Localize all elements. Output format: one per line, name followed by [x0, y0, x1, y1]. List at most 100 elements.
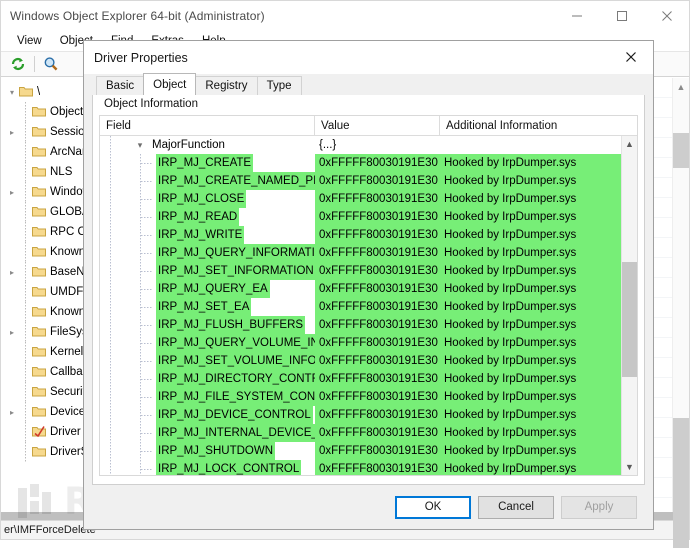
tree-indent-guide	[100, 154, 130, 172]
tab-basic[interactable]: Basic	[96, 76, 144, 95]
cell-value: 0xFFFFF80030191E30	[315, 244, 440, 262]
table-row[interactable]: IRP_MJ_QUERY_VOLUME_INF...0xFFFFF8003019…	[100, 334, 621, 352]
column-header-additional-information[interactable]: Additional Information	[440, 116, 637, 135]
table-row-parent[interactable]: ▾MajorFunction{...}	[100, 136, 621, 154]
tree-indent-guide	[19, 202, 32, 222]
tree-indent-guide	[19, 282, 32, 302]
field-label: IRP_MJ_CLOSE	[156, 190, 246, 208]
table-row[interactable]: IRP_MJ_SET_EA0xFFFFF80030191E30Hooked by…	[100, 298, 621, 316]
tree-indent-guide	[19, 162, 32, 182]
chevron-right-icon[interactable]: ▸	[5, 268, 19, 277]
tree-branch-guide	[130, 316, 156, 334]
folder-icon	[32, 165, 46, 180]
column-header-field[interactable]: Field	[100, 116, 315, 135]
close-icon[interactable]	[644, 1, 689, 31]
table-row[interactable]: IRP_MJ_CREATE0xFFFFF80030191E30Hooked by…	[100, 154, 621, 172]
field-label: IRP_MJ_WRITE	[156, 226, 244, 244]
cell-value: 0xFFFFF80030191E30	[315, 298, 440, 316]
cancel-button-label: Cancel	[498, 501, 534, 513]
table-row[interactable]: IRP_MJ_CLOSE0xFFFFF80030191E30Hooked by …	[100, 190, 621, 208]
tree-branch-guide	[130, 406, 156, 424]
folder-icon	[32, 305, 46, 320]
field-label: IRP_MJ_INTERNAL_DEVICE_C...	[156, 424, 315, 442]
tree-indent-guide	[19, 402, 32, 422]
ok-button[interactable]: OK	[395, 496, 471, 519]
cell-additional-information: Hooked by IrpDumper.sys	[440, 244, 621, 262]
scroll-down-icon[interactable]: ▼	[622, 459, 637, 475]
scrollbar-thumb[interactable]	[673, 418, 689, 548]
tree-indent-guide	[100, 424, 130, 442]
listview-rows[interactable]: ▾MajorFunction{...}IRP_MJ_CREATE0xFFFFF8…	[100, 136, 621, 475]
cell-additional-information: Hooked by IrpDumper.sys	[440, 316, 621, 334]
tree-indent-guide	[19, 442, 32, 462]
tree-branch-guide	[130, 190, 156, 208]
table-row[interactable]: IRP_MJ_SET_INFORMATION0xFFFFF80030191E30…	[100, 262, 621, 280]
window-title: Windows Object Explorer 64-bit (Administ…	[1, 9, 265, 23]
listview-header: Field Value Additional Information	[100, 116, 637, 136]
table-row[interactable]: IRP_MJ_CREATE_NAMED_PIPE0xFFFFF80030191E…	[100, 172, 621, 190]
folder-icon	[32, 185, 46, 200]
table-row[interactable]: IRP_MJ_READ0xFFFFF80030191E30Hooked by I…	[100, 208, 621, 226]
menu-item-view[interactable]: View	[8, 33, 51, 49]
chevron-down-icon[interactable]: ▾	[5, 88, 19, 97]
tree-indent-guide	[100, 442, 130, 460]
group-legend: Object Information	[101, 98, 201, 110]
tree-indent-guide	[100, 136, 130, 154]
tree-indent-guide	[100, 226, 130, 244]
cell-value: 0xFFFFF80030191E30	[315, 208, 440, 226]
scroll-up-icon[interactable]: ▲	[673, 78, 689, 95]
folder-icon	[32, 285, 46, 300]
cell-value: 0xFFFFF80030191E30	[315, 280, 440, 298]
dialog-content: Basic Object Registry Type Object Inform…	[84, 74, 653, 529]
cancel-button[interactable]: Cancel	[478, 496, 554, 519]
chevron-right-icon[interactable]: ▸	[5, 328, 19, 337]
cell-additional-information: Hooked by IrpDumper.sys	[440, 370, 621, 388]
table-row[interactable]: IRP_MJ_DIRECTORY_CONTROL0xFFFFF80030191E…	[100, 370, 621, 388]
tree-indent-guide	[100, 280, 130, 298]
object-list-scrollbar[interactable]: ▲	[672, 78, 689, 512]
scrollbar-thumb[interactable]	[622, 262, 637, 377]
tree-branch-guide	[130, 172, 156, 190]
window-controls	[554, 1, 689, 31]
cell-value: 0xFFFFF80030191E30	[315, 262, 440, 280]
cell-value: 0xFFFFF80030191E30	[315, 334, 440, 352]
properties-listview[interactable]: Field Value Additional Information ▾Majo…	[99, 115, 638, 476]
tab-type[interactable]: Type	[257, 76, 302, 95]
cell-field: IRP_MJ_INTERNAL_DEVICE_C...	[100, 424, 315, 442]
cell-field: IRP_MJ_LOCK_CONTROL	[100, 460, 315, 475]
dialog-close-icon[interactable]	[609, 41, 653, 73]
tab-object[interactable]: Object	[143, 73, 196, 95]
table-row[interactable]: IRP_MJ_SHUTDOWN0xFFFFF80030191E30Hooked …	[100, 442, 621, 460]
cell-additional-information: Hooked by IrpDumper.sys	[440, 190, 621, 208]
chevron-down-icon[interactable]: ▾	[130, 140, 150, 151]
tab-registry[interactable]: Registry	[195, 76, 257, 95]
table-row[interactable]: IRP_MJ_DEVICE_CONTROL0xFFFFF80030191E30H…	[100, 406, 621, 424]
table-row[interactable]: IRP_MJ_QUERY_INFORMATION0xFFFFF80030191E…	[100, 244, 621, 262]
table-row[interactable]: IRP_MJ_WRITE0xFFFFF80030191E30Hooked by …	[100, 226, 621, 244]
minimize-icon[interactable]	[554, 1, 599, 31]
table-row[interactable]: IRP_MJ_FILE_SYSTEM_CONTR...0xFFFFF800301…	[100, 388, 621, 406]
field-label: IRP_MJ_SET_EA	[156, 298, 251, 316]
table-row[interactable]: IRP_MJ_FLUSH_BUFFERS0xFFFFF80030191E30Ho…	[100, 316, 621, 334]
tree-branch-guide	[130, 352, 156, 370]
cell-additional-information: Hooked by IrpDumper.sys	[440, 352, 621, 370]
table-row[interactable]: IRP_MJ_SET_VOLUME_INFOR...0xFFFFF8003019…	[100, 352, 621, 370]
table-row[interactable]: IRP_MJ_LOCK_CONTROL0xFFFFF80030191E30Hoo…	[100, 460, 621, 475]
table-row[interactable]: IRP_MJ_QUERY_EA0xFFFFF80030191E30Hooked …	[100, 280, 621, 298]
chevron-right-icon[interactable]: ▸	[5, 188, 19, 197]
refresh-icon[interactable]	[6, 53, 30, 75]
maximize-icon[interactable]	[599, 1, 644, 31]
tree-node-label: Device	[50, 406, 85, 418]
cell-additional-information: Hooked by IrpDumper.sys	[440, 226, 621, 244]
cell-value: 0xFFFFF80030191E30	[315, 172, 440, 190]
scrollbar-thumb-upper[interactable]	[673, 133, 689, 168]
cell-field: IRP_MJ_SET_VOLUME_INFOR...	[100, 352, 315, 370]
scroll-up-icon[interactable]: ▲	[622, 136, 637, 152]
listview-scrollbar[interactable]: ▲ ▼	[621, 136, 637, 475]
table-row[interactable]: IRP_MJ_INTERNAL_DEVICE_C...0xFFFFF800301…	[100, 424, 621, 442]
chevron-right-icon[interactable]: ▸	[5, 128, 19, 137]
column-header-value[interactable]: Value	[315, 116, 440, 135]
chevron-right-icon[interactable]: ▸	[5, 408, 19, 417]
search-icon[interactable]	[39, 53, 63, 75]
tab-strip: Basic Object Registry Type	[92, 74, 645, 95]
